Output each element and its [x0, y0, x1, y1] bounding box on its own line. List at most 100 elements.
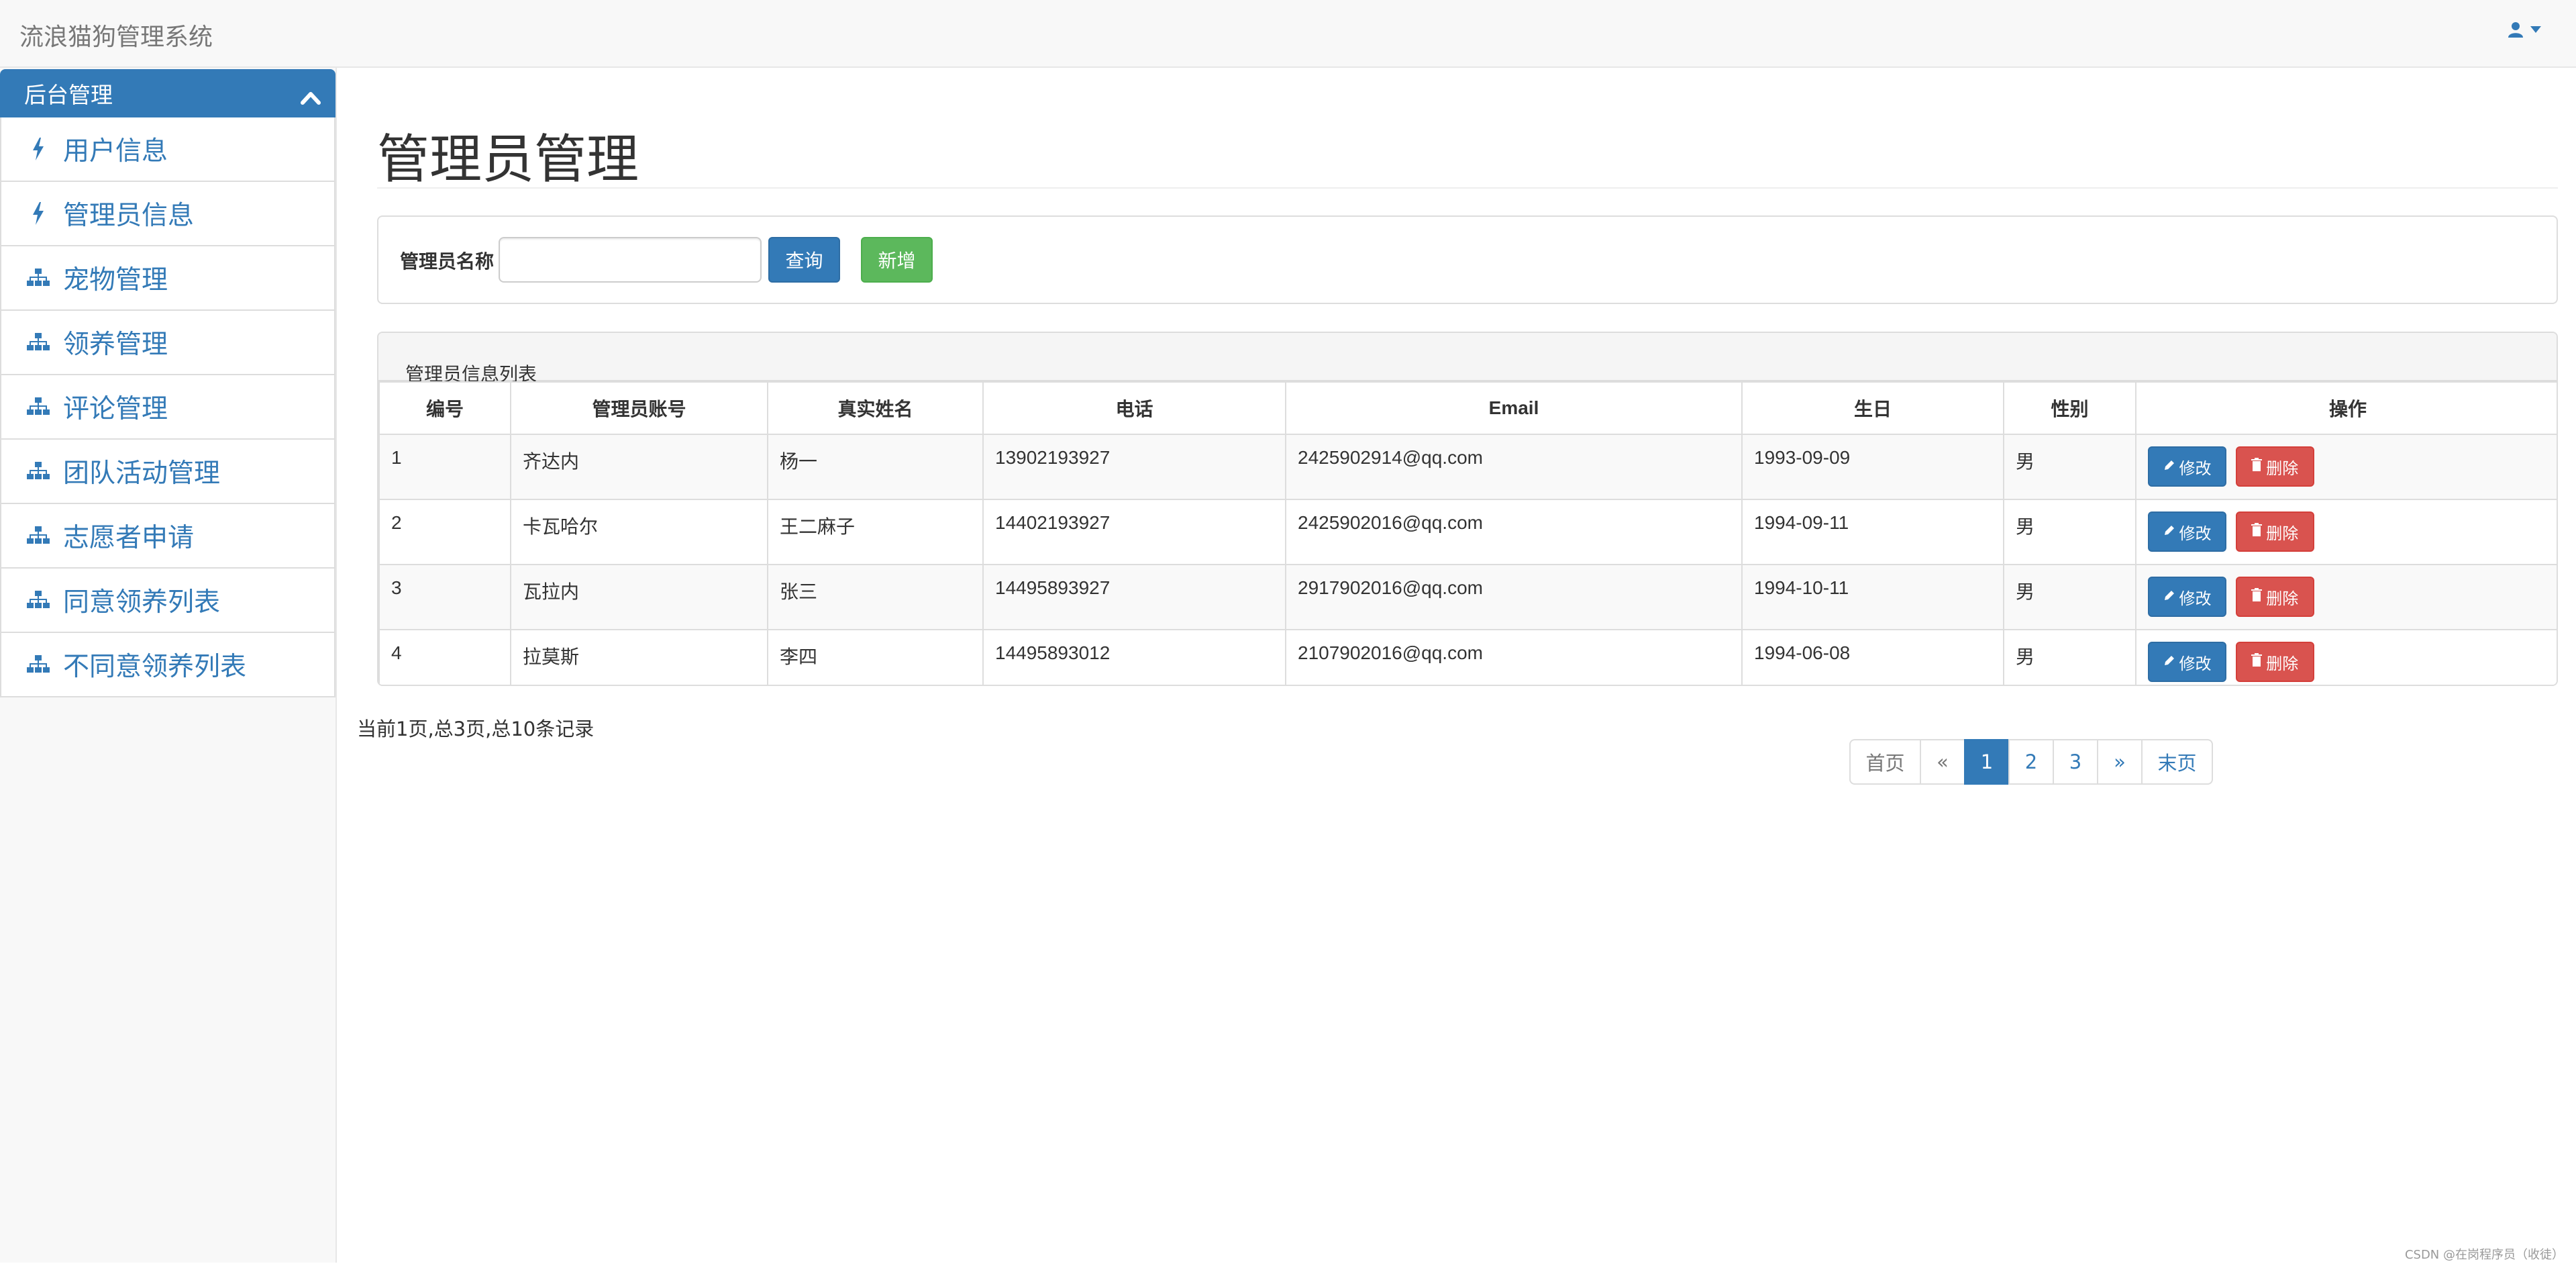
cell-account: 卡瓦哈尔: [510, 499, 768, 565]
cell-name: 李四: [767, 629, 984, 685]
edit-button[interactable]: 修改: [2148, 577, 2226, 617]
sitemap-icon: [27, 397, 50, 416]
search-label: 管理员名称: [400, 250, 495, 273]
edit-button[interactable]: 修改: [2148, 511, 2226, 552]
delete-button-label: 删除: [2266, 589, 2299, 608]
table-header-row: 编号 管理员账号 真实姓名 电话 Email 生日 性别 操作: [378, 381, 2557, 435]
sitemap-icon: [27, 655, 50, 674]
page-next-link[interactable]: »: [2097, 739, 2143, 785]
watermark: CSDN @在岗程序员（收徒）: [2404, 1248, 2564, 1262]
sidebar-menu: 用户信息 管理员信息 宠物管理 领养管理 评论管理 团队活动管理 志愿者申请 同…: [0, 117, 336, 697]
column-header: 真实姓名: [767, 381, 984, 435]
caret-down-icon: [2530, 26, 2541, 33]
cell-phone: 14402193927: [982, 499, 1286, 565]
top-navbar: 流浪猫狗管理系统: [0, 0, 2576, 68]
sidebar-item-label: 宠物管理: [63, 265, 168, 295]
page-link-3[interactable]: 3: [2053, 739, 2098, 785]
edit-button[interactable]: 修改: [2148, 642, 2226, 682]
delete-button[interactable]: 删除: [2235, 511, 2314, 552]
search-panel: 管理员名称 查询 新增: [377, 215, 2558, 304]
page-last-link[interactable]: 末页: [2141, 739, 2213, 785]
column-header: 生日: [1741, 381, 2004, 435]
edit-button-label: 修改: [2179, 459, 2212, 478]
cell-id: 1: [378, 434, 511, 500]
sidebar-item-adoption[interactable]: 领养管理: [0, 311, 336, 375]
cell-email: 2425902016@qq.com: [1285, 499, 1743, 565]
delete-button[interactable]: 删除: [2235, 642, 2314, 682]
sidebar-item-user-info[interactable]: 用户信息: [0, 117, 336, 182]
cell-gender: 男: [2003, 564, 2136, 630]
app-title[interactable]: 流浪猫狗管理系统: [19, 17, 213, 52]
cell-actions: 修改 删除: [2135, 499, 2557, 565]
cell-name: 杨一: [767, 434, 984, 500]
cell-account: 齐达内: [510, 434, 768, 500]
cell-name: 王二麻子: [767, 499, 984, 565]
delete-button-label: 删除: [2266, 459, 2299, 478]
pencil-icon: [2163, 457, 2175, 476]
bolt-icon: [27, 202, 50, 225]
cell-name: 张三: [767, 564, 984, 630]
cell-birthday: 1994-10-11: [1741, 564, 2004, 630]
sidebar-item-comments[interactable]: 评论管理: [0, 375, 336, 440]
cell-actions: 修改 删除: [2135, 629, 2557, 685]
cell-phone: 13902193927: [982, 434, 1286, 500]
table-heading: 管理员信息列表: [378, 333, 2557, 385]
sidebar-item-pets[interactable]: 宠物管理: [0, 246, 336, 311]
sidebar-item-label: 团队活动管理: [63, 458, 221, 489]
delete-button-label: 删除: [2266, 654, 2299, 673]
cell-account: 拉莫斯: [510, 629, 768, 685]
cell-gender: 男: [2003, 499, 2136, 565]
trash-icon: [2251, 587, 2263, 606]
edit-button-label: 修改: [2179, 589, 2212, 608]
sidebar-item-approved-adoptions[interactable]: 同意领养列表: [0, 569, 336, 633]
delete-button[interactable]: 删除: [2235, 446, 2314, 487]
sitemap-icon: [27, 591, 50, 609]
sidebar-item-label: 志愿者申请: [63, 523, 195, 553]
bolt-icon: [27, 138, 50, 160]
page-title: 管理员管理: [377, 130, 639, 190]
sidebar-item-label: 领养管理: [63, 330, 168, 360]
cell-phone: 14495893012: [982, 629, 1286, 685]
pencil-icon: [2163, 652, 2175, 671]
search-input[interactable]: [499, 237, 762, 283]
cell-gender: 男: [2003, 434, 2136, 500]
cell-birthday: 1993-09-09: [1741, 434, 2004, 500]
trash-icon: [2251, 652, 2263, 671]
sidebar-item-admin-info[interactable]: 管理员信息: [0, 182, 336, 246]
page-prev-link[interactable]: «: [1920, 739, 1965, 785]
sidebar-item-label: 同意领养列表: [63, 587, 221, 618]
column-header: 性别: [2003, 381, 2136, 435]
sidebar-item-volunteer[interactable]: 志愿者申请: [0, 504, 336, 569]
pencil-icon: [2163, 522, 2175, 541]
page-link-1[interactable]: 1: [1964, 739, 2010, 785]
cell-birthday: 1994-09-11: [1741, 499, 2004, 565]
title-divider: [377, 187, 2558, 189]
table-row: 1 齐达内 杨一 13902193927 2425902914@qq.com 1…: [378, 434, 2557, 500]
cell-birthday: 1994-06-08: [1741, 629, 2004, 685]
column-header: 操作: [2135, 381, 2557, 435]
table-row: 4 拉莫斯 李四 14495893012 2107902016@qq.com 1…: [378, 629, 2557, 685]
delete-button[interactable]: 删除: [2235, 577, 2314, 617]
query-button[interactable]: 查询: [768, 237, 840, 283]
sidebar-item-label: 管理员信息: [63, 201, 195, 231]
sidebar-item-team-activities[interactable]: 团队活动管理: [0, 440, 336, 504]
sitemap-icon: [27, 333, 50, 352]
table-row: 2 卡瓦哈尔 王二麻子 14402193927 2425902016@qq.co…: [378, 499, 2557, 565]
pencil-icon: [2163, 587, 2175, 606]
edit-button[interactable]: 修改: [2148, 446, 2226, 487]
user-menu[interactable]: [2508, 21, 2541, 38]
add-button[interactable]: 新增: [861, 237, 933, 283]
cell-email: 2107902016@qq.com: [1285, 629, 1743, 685]
page-first-link[interactable]: 首页: [1849, 739, 1921, 785]
cell-actions: 修改 删除: [2135, 434, 2557, 500]
sidebar-item-rejected-adoptions[interactable]: 不同意领养列表: [0, 633, 336, 697]
page-link-2[interactable]: 2: [2008, 739, 2054, 785]
sitemap-icon: [27, 526, 50, 545]
cell-id: 3: [378, 564, 511, 630]
sitemap-icon: [27, 269, 50, 287]
chevron-up-icon: [301, 84, 321, 110]
column-header: 管理员账号: [510, 381, 768, 435]
cell-id: 4: [378, 629, 511, 685]
sidebar-heading[interactable]: 后台管理: [0, 69, 336, 117]
cell-email: 2917902016@qq.com: [1285, 564, 1743, 630]
